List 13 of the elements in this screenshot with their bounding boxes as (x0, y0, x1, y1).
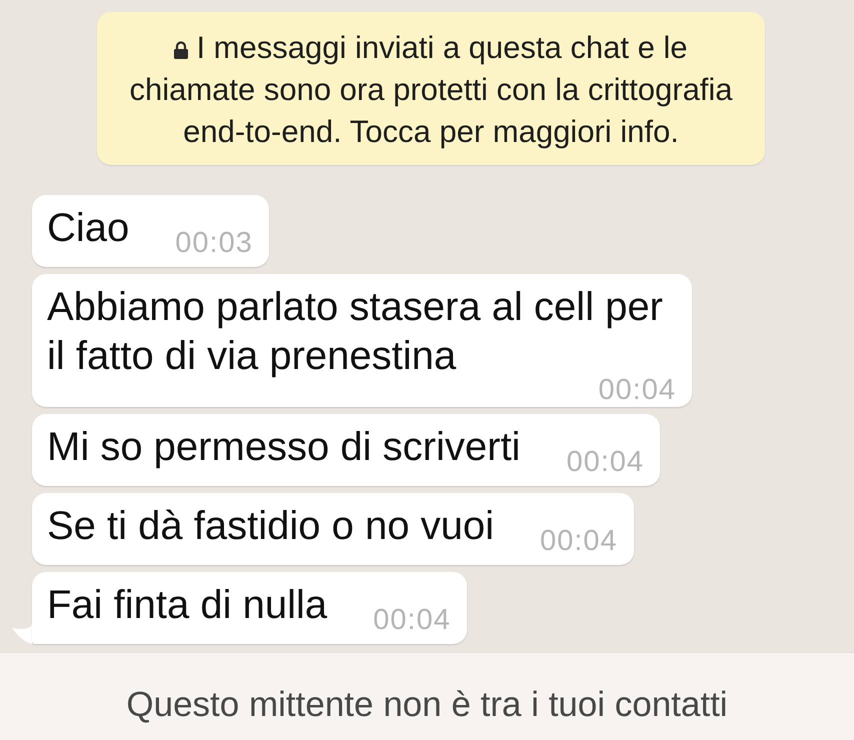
message-time: 00:03 (175, 232, 253, 254)
message-time: 00:04 (598, 379, 676, 401)
message-text: Ciao (47, 206, 130, 250)
lock-icon (174, 41, 188, 59)
message-time: 00:04 (540, 530, 618, 552)
message-time: 00:04 (566, 451, 644, 473)
message-text: Se ti dà fastidio o no vuoi (47, 504, 494, 548)
message-text: Fai finta di nulla (47, 583, 328, 627)
message-time: 00:04 (373, 609, 451, 631)
message-text: Abbiamo parlato stasera al cell per il fatto di via prenestina (47, 285, 663, 378)
unknown-sender-notice: Questo mittente non è tra i tuoi contatti (126, 684, 728, 724)
message-text: Mi so permesso di scriverti (47, 425, 520, 469)
encryption-notice[interactable]: I messaggi inviati a questa chat e le chiamate sono ora protetti con la crittografia end-to-end. Tocca per maggiori info. (97, 12, 765, 165)
